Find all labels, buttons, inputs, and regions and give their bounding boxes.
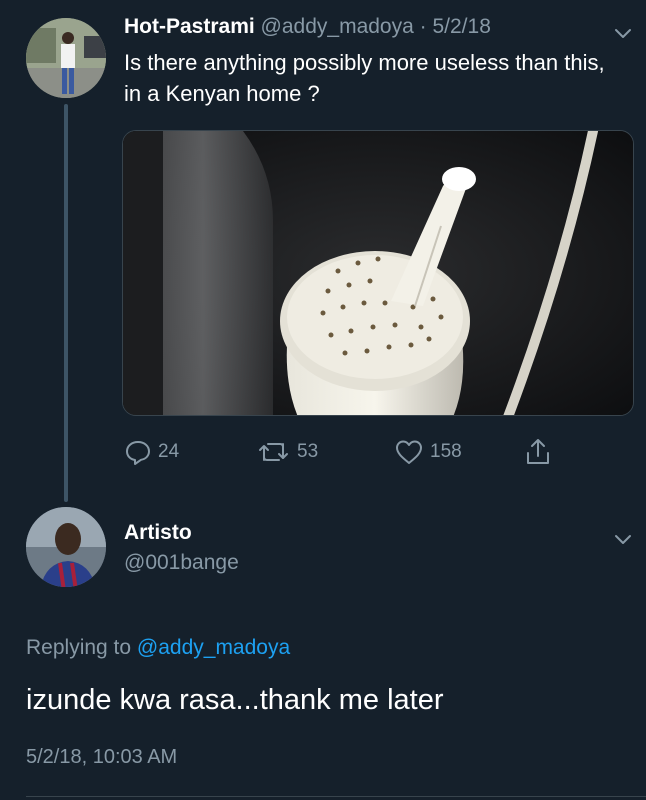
separator-dot: ·	[419, 15, 427, 38]
tweet-actions: 24 53 158	[124, 436, 624, 468]
share-action[interactable]	[524, 436, 558, 468]
replying-to-link[interactable]: @addy_madoya	[137, 636, 290, 659]
profile-photo-icon	[26, 507, 106, 587]
display-name[interactable]: Hot-Pastrami	[124, 15, 255, 38]
chevron-down-icon[interactable]	[612, 528, 634, 550]
retweet-count: 53	[297, 441, 319, 462]
user-handle[interactable]: @001bange	[124, 551, 239, 575]
display-name[interactable]: Artisto	[124, 521, 192, 545]
tweet-timestamp: 5/2/18, 10:03 AM	[26, 746, 178, 768]
avatar[interactable]	[24, 16, 108, 100]
like-count: 158	[430, 441, 462, 462]
divider	[26, 796, 646, 797]
tweet-photo[interactable]	[122, 130, 634, 416]
profile-photo-icon	[26, 18, 106, 98]
reply-action[interactable]: 24	[124, 436, 179, 468]
reply-text: izunde kwa rasa...thank me later	[26, 684, 444, 716]
like-action[interactable]: 158	[394, 436, 462, 468]
avatar[interactable]	[24, 505, 108, 589]
heart-icon	[396, 440, 422, 464]
replying-prefix: Replying to	[26, 636, 132, 659]
tweet-text: Is there anything possibly more useless …	[124, 50, 605, 106]
retweet-action[interactable]: 53	[257, 436, 318, 468]
thread-line	[64, 104, 68, 502]
reply-count: 24	[158, 441, 180, 462]
user-handle[interactable]: @addy_madoya	[261, 15, 414, 38]
chevron-down-icon[interactable]	[612, 22, 634, 44]
tweet-header: Hot-Pastrami @addy_madoya · 5/2/18	[124, 15, 491, 39]
shower-head-photo-icon	[123, 131, 633, 415]
comment-icon	[126, 441, 150, 465]
original-tweet[interactable]: Hot-Pastrami @addy_madoya · 5/2/18 Is th…	[0, 0, 646, 502]
replying-to-line: Replying to @addy_madoya	[26, 636, 290, 660]
retweet-icon	[259, 443, 288, 461]
share-icon	[527, 439, 549, 464]
tweet-date[interactable]: 5/2/18	[432, 15, 490, 38]
